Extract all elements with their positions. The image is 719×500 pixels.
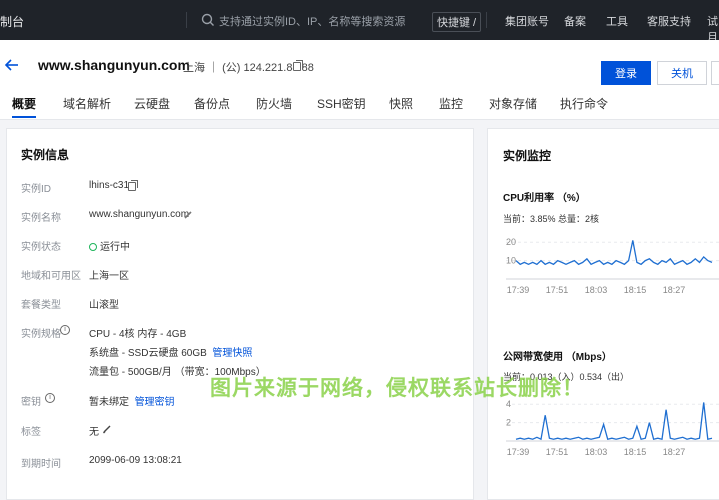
label-zone: 地域和可用区: [21, 271, 81, 282]
login-button[interactable]: 登录: [601, 61, 651, 85]
tab-firewall[interactable]: 防火墙: [256, 95, 292, 112]
tab-monitor[interactable]: 监控: [439, 95, 463, 112]
nav-group-account[interactable]: 集团账号: [505, 13, 549, 29]
status-text: 运行中: [100, 242, 130, 253]
x-tick-label: 17:39: [507, 285, 530, 295]
copy-ip-icon[interactable]: [293, 60, 303, 71]
console-brand[interactable]: 制台: [0, 13, 24, 30]
value-spec-disk: 系统盘 - SSD云硬盘 60GB 管理快照: [89, 344, 252, 359]
value-package: 山滚型: [89, 300, 119, 311]
spec-info-icon[interactable]: i: [60, 325, 70, 335]
y-tick-label: 2: [506, 418, 511, 428]
tab-domain[interactable]: 域名解析: [63, 95, 111, 112]
x-tick-label: 18:15: [624, 285, 647, 295]
tab-run-command[interactable]: 执行命令: [560, 95, 608, 112]
manage-snapshot-link[interactable]: 管理快照: [212, 348, 252, 359]
label-expire: 到期时间: [21, 459, 61, 470]
copy-id-icon[interactable]: [128, 180, 138, 191]
running-status-icon: [89, 243, 97, 251]
nav-tools[interactable]: 工具: [606, 13, 628, 29]
x-tick-label: 18:27: [663, 447, 686, 457]
instance-monitor-title: 实例监控: [503, 149, 552, 163]
label-instance-id: 实例ID: [21, 184, 51, 195]
cpu-chart-title: CPU利用率 （%）: [503, 193, 586, 204]
x-tick-label: 17:39: [507, 447, 530, 457]
net-chart-title: 公网带宽使用 （Mbps）: [503, 352, 612, 363]
tab-object-storage[interactable]: 对象存储: [489, 95, 537, 112]
manage-key-link[interactable]: 管理密钥: [135, 397, 175, 408]
cpu-chart-summary: 当前：3.85% 总量：2核: [503, 214, 600, 224]
tab-backup[interactable]: 备份点: [194, 95, 230, 112]
value-zone: 上海一区: [89, 271, 129, 282]
page-title: www.shangunyun.com: [38, 57, 190, 73]
series-line: [515, 402, 713, 441]
divider: [486, 12, 487, 28]
x-tick-label: 17:51: [546, 285, 569, 295]
x-tick-label: 18:03: [585, 447, 608, 457]
tab-snapshot[interactable]: 快照: [389, 95, 413, 112]
label-instance-name: 实例名称: [21, 213, 61, 224]
top-navbar: 制台 支持通过实例ID、IP、名称等搜索资源 快捷键 / 集团账号 备案 工具 …: [0, 0, 719, 44]
value-expire: 2099-06-09 13:08:21: [89, 455, 182, 466]
disk-text: 系统盘 - SSD云硬盘 60GB: [89, 348, 207, 359]
edit-name-icon[interactable]: [183, 210, 193, 220]
back-arrow-icon[interactable]: [4, 57, 20, 73]
key-info-icon[interactable]: i: [45, 393, 55, 403]
key-text: 暂未绑定: [89, 397, 129, 408]
y-tick-label: 20: [506, 237, 516, 247]
tab-ssh-key[interactable]: SSH密钥: [317, 95, 366, 112]
shortcut-key-badge[interactable]: 快捷键 /: [432, 12, 482, 32]
instance-monitor-panel: 实例监控 CPU利用率 （%） 当前：3.85% 总量：2核 10 20 17:39…: [487, 128, 719, 500]
x-tick-label: 17:51: [546, 447, 569, 457]
label-instance-status: 实例状态: [21, 242, 61, 253]
x-tick-label: 18:27: [663, 285, 686, 295]
value-instance-id: lhins-c31: [89, 180, 130, 191]
value-key: 暂未绑定 管理密钥: [89, 393, 175, 408]
y-tick-label: 10: [506, 256, 516, 266]
label-package: 套餐类型: [21, 300, 61, 311]
divider: [186, 12, 187, 28]
label-key: 密钥: [21, 397, 41, 408]
nav-support[interactable]: 客服支持: [647, 13, 691, 29]
x-tick-label: 18:15: [624, 447, 647, 457]
x-tick-label: 18:03: [585, 285, 608, 295]
tab-overview[interactable]: 概要: [12, 95, 36, 112]
value-instance-name: www.shangunyun.com: [89, 209, 190, 220]
global-search-input[interactable]: 支持通过实例ID、IP、名称等搜索资源: [219, 13, 405, 29]
label-tags: 标签: [21, 427, 41, 438]
label-spec: 实例规格: [21, 329, 61, 340]
nav-filing[interactable]: 备案: [564, 13, 586, 29]
value-tags: 无: [89, 427, 99, 438]
tab-disk[interactable]: 云硬盘: [134, 95, 170, 112]
cpu-usage-chart: 10 20 17:39 17:51 18:03 18:15 18:27: [506, 237, 719, 295]
active-tab-indicator: [12, 116, 36, 118]
search-icon[interactable]: [200, 12, 216, 28]
edit-tags-icon[interactable]: [102, 424, 112, 434]
instance-info-title: 实例信息: [21, 148, 70, 162]
value-instance-status: 运行中: [89, 238, 130, 253]
shutdown-button[interactable]: 关机: [657, 61, 707, 85]
value-spec-cpu: CPU - 4核 内存 - 4GB: [89, 329, 187, 340]
more-actions-button[interactable]: [711, 61, 719, 85]
instance-info-panel: 实例信息 实例ID lhins-c31 实例名称 www.shangunyun.…: [6, 128, 474, 500]
tab-bar: 概要 域名解析 云硬盘 备份点 防火墙 SSH密钥 快照 监控 对象存储 执行命…: [0, 92, 719, 120]
watermark-text: 图片来源于网络，侵权联系站长删除！: [210, 377, 584, 400]
